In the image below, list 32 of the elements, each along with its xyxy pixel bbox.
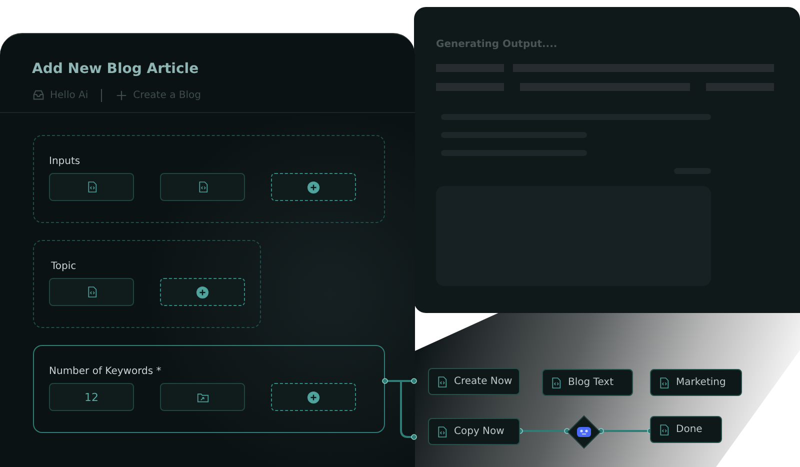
page-title: Add New Blog Article — [32, 61, 200, 77]
code-file-icon — [659, 376, 669, 388]
robot-node[interactable] — [567, 415, 601, 449]
group-label: Number of Keywords * — [49, 366, 162, 377]
code-file-icon — [437, 376, 447, 388]
code-file-icon — [86, 286, 96, 298]
folder-icon — [196, 392, 208, 402]
add-slot[interactable] — [271, 383, 356, 411]
code-file-icon — [659, 424, 669, 436]
code-file-icon — [198, 181, 208, 193]
add-slot[interactable] — [160, 278, 245, 306]
add-icon — [307, 180, 320, 194]
skeleton-bar — [436, 83, 504, 91]
flow-node[interactable]: Marketing — [650, 369, 742, 396]
skeleton-bar — [436, 64, 504, 72]
inbox-icon — [32, 89, 45, 102]
group-label: Inputs — [49, 156, 82, 167]
add-icon — [307, 390, 320, 404]
flow-node[interactable]: Done — [650, 416, 722, 443]
code-file-icon — [551, 376, 561, 388]
code-file-icon — [437, 426, 447, 438]
add-icon — [196, 286, 209, 298]
code-file-icon — [86, 181, 96, 193]
plus-icon — [115, 89, 128, 102]
group-label: Topic — [51, 261, 78, 272]
skeleton-bar — [706, 83, 774, 91]
value-field[interactable]: 12 — [49, 383, 134, 411]
add-slot[interactable] — [271, 173, 356, 201]
flow-node[interactable]: Copy Now — [428, 418, 520, 445]
flow-node[interactable]: Create Now — [428, 368, 520, 395]
flow-node[interactable]: Blog Text — [542, 369, 633, 396]
output-title: Generating Output.... — [436, 39, 558, 50]
